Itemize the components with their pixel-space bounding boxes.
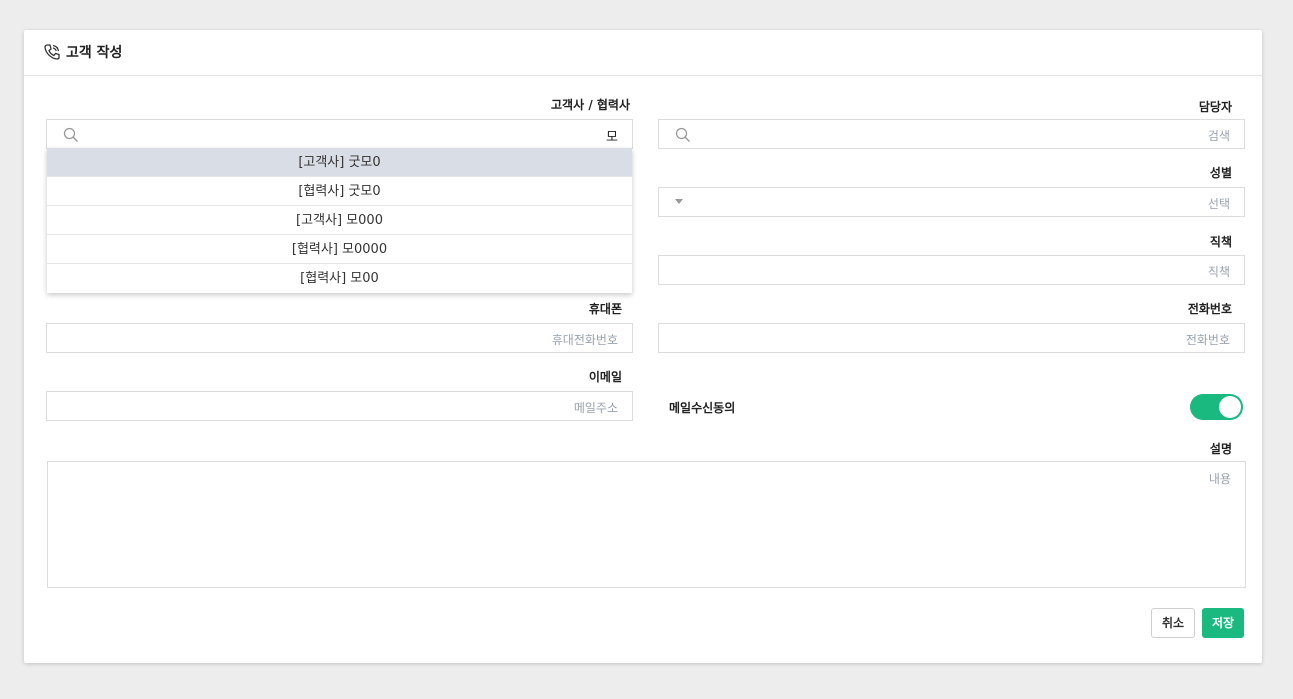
company-suggestion-dropdown: [고객사] 굿모0 [협력사] 굿모0 [고객사] 모000 [협력사] 모00… [47, 148, 632, 293]
mobile-input[interactable]: 휴대전화번호 [46, 323, 633, 353]
search-icon [63, 127, 78, 142]
email-consent-toggle[interactable] [1190, 394, 1243, 420]
position-label: 직책 [1209, 235, 1232, 249]
gender-placeholder: 선택 [1207, 197, 1230, 211]
email-consent-label: 메일수신동의 [669, 401, 736, 415]
position-placeholder: 직책 [1207, 265, 1230, 279]
description-label: 설명 [1209, 442, 1232, 456]
save-button[interactable]: 저장 [1202, 608, 1244, 638]
dropdown-item[interactable]: [고객사] 모000 [47, 206, 632, 235]
cancel-button[interactable]: 취소 [1151, 608, 1195, 638]
phone-placeholder: 전화번호 [1185, 333, 1230, 347]
dropdown-item[interactable]: [협력사] 굿모0 [47, 177, 632, 206]
phone-input[interactable]: 전화번호 [658, 323, 1245, 353]
description-textarea[interactable]: 내용 [47, 461, 1246, 588]
email-label: 이메일 [588, 370, 622, 384]
email-placeholder: 메일주소 [573, 401, 618, 415]
company-label: 고객사 / 협력사 [551, 98, 630, 112]
gender-label: 성별 [1209, 166, 1232, 180]
manager-label: 담당자 [1198, 100, 1232, 114]
dropdown-item[interactable]: [고객사] 굿모0 [47, 148, 632, 177]
manager-placeholder: 검색 [1207, 129, 1230, 143]
company-search-input[interactable]: 모 [46, 119, 633, 149]
position-input[interactable]: 직책 [658, 255, 1245, 285]
toggle-knob [1219, 396, 1241, 418]
dropdown-item[interactable]: [협력사] 모0000 [47, 235, 632, 264]
phone-label: 전화번호 [1187, 302, 1232, 316]
phone-icon [44, 44, 60, 60]
description-placeholder: 내용 [1208, 472, 1231, 486]
email-input[interactable]: 메일주소 [46, 391, 633, 421]
card-header: 고객 작성 [24, 30, 1262, 76]
search-icon [675, 127, 690, 142]
gender-select[interactable]: 선택 [658, 187, 1245, 217]
caret-down-icon [675, 199, 683, 204]
dropdown-item[interactable]: [협력사] 모00 [47, 264, 632, 293]
company-search-value: 모 [606, 130, 618, 145]
page-title: 고객 작성 [66, 45, 123, 61]
mobile-placeholder: 휴대전화번호 [551, 333, 618, 347]
manager-search-input[interactable]: 검색 [658, 119, 1245, 149]
mobile-label: 휴대폰 [588, 302, 622, 316]
